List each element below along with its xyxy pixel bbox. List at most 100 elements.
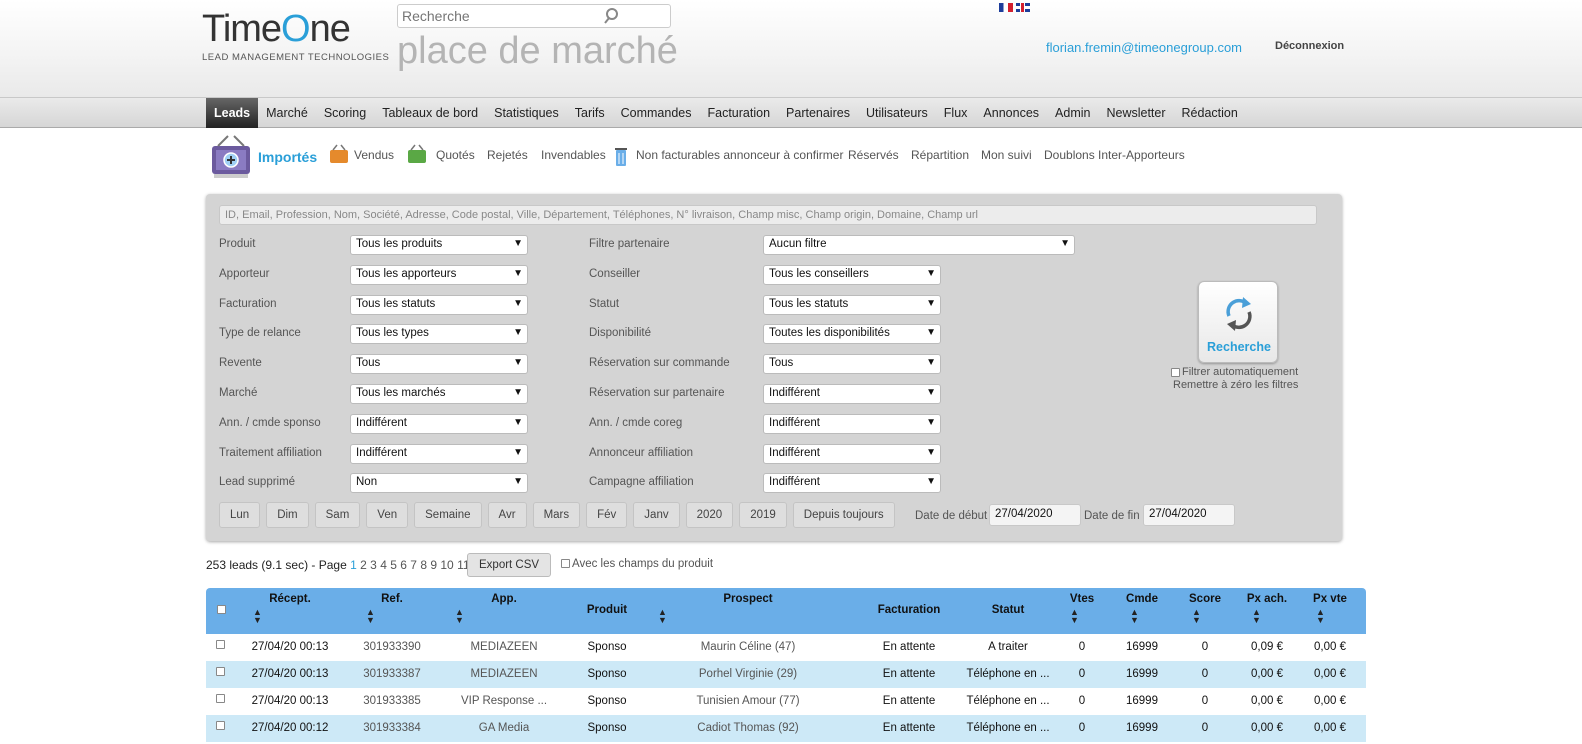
- page-link-8[interactable]: 8: [420, 558, 427, 572]
- column-header-vtes[interactable]: Vtes: [1066, 593, 1098, 605]
- cell-ref[interactable]: 301933390: [342, 641, 442, 653]
- filter-select-left-3[interactable]: Tous les types ▼: [350, 324, 528, 344]
- filter-select-left-1[interactable]: Tous les apporteurs ▼: [350, 265, 528, 285]
- subnav-distribution[interactable]: Répartition: [911, 148, 969, 162]
- period-button-mars[interactable]: Mars: [532, 502, 581, 528]
- subnav-duplicates[interactable]: Doublons Inter-Apporteurs: [1044, 148, 1185, 162]
- nav-item-partenaires[interactable]: Partenaires: [778, 98, 858, 128]
- with-product-fields-checkbox[interactable]: [561, 559, 570, 569]
- with-product-fields-toggle[interactable]: Avec les champs du produit: [561, 558, 713, 570]
- period-button-janv[interactable]: Janv: [633, 502, 680, 528]
- period-button-2019[interactable]: 2019: [739, 502, 787, 528]
- sort-icon[interactable]: ▲ ▼: [1130, 608, 1139, 625]
- period-button-ven[interactable]: Ven: [366, 502, 409, 528]
- page-link-10[interactable]: 10: [440, 558, 453, 572]
- nav-item-annonces[interactable]: Annonces: [975, 98, 1047, 128]
- period-button-2020[interactable]: 2020: [685, 502, 734, 528]
- column-header-px-vte[interactable]: Px vte: [1300, 593, 1360, 605]
- page-link-9[interactable]: 9: [430, 558, 437, 572]
- subnav-unsellable[interactable]: Invendables: [541, 148, 606, 162]
- subnav-imported[interactable]: Importés: [258, 149, 317, 165]
- column-header-cmde[interactable]: Cmde: [1112, 593, 1172, 605]
- period-button-semaine[interactable]: Semaine: [414, 502, 482, 528]
- table-row[interactable]: 27/04/20 00:12 301933384 GA Media Sponso Cad…: [206, 715, 1366, 742]
- filter-select-right-6[interactable]: Indifférent ▼: [763, 414, 941, 434]
- subnav-quoted[interactable]: Quotés: [436, 148, 475, 162]
- nav-item-newsletter[interactable]: Newsletter: [1098, 98, 1173, 128]
- search-icon[interactable]: [602, 7, 620, 25]
- filter-select-right-2[interactable]: Tous les statuts ▼: [763, 295, 941, 315]
- date-start-input[interactable]: 27/04/2020: [989, 504, 1081, 526]
- nav-item-commandes[interactable]: Commandes: [613, 98, 700, 128]
- filter-select-right-3[interactable]: Toutes les disponibilités ▼: [763, 324, 941, 344]
- cell-prospect[interactable]: Maurin Céline (47): [656, 641, 840, 653]
- nav-item-r-daction[interactable]: Rédaction: [1174, 98, 1246, 128]
- column-header-px-ach[interactable]: Px ach.: [1236, 593, 1298, 605]
- column-header-prospect[interactable]: Prospect: [656, 593, 840, 605]
- reset-filters-link[interactable]: Remettre à zéro les filtres: [1173, 379, 1298, 391]
- sort-icon[interactable]: ▲ ▼: [1316, 608, 1325, 625]
- row-checkbox[interactable]: [216, 667, 225, 676]
- filter-select-left-5[interactable]: Tous les marchés ▼: [350, 384, 528, 404]
- filter-select-right-0[interactable]: Aucun filtre ▼: [763, 235, 1075, 255]
- page-link-6[interactable]: 6: [400, 558, 407, 572]
- search-button[interactable]: Recherche: [1198, 281, 1278, 363]
- row-checkbox[interactable]: [216, 694, 225, 703]
- table-row[interactable]: 27/04/20 00:13 301933385 VIP Response ... S…: [206, 688, 1366, 715]
- column-header-app[interactable]: App.: [446, 593, 562, 605]
- cell-ref[interactable]: 301933385: [342, 695, 442, 707]
- nav-item-tableaux-de-bord[interactable]: Tableaux de bord: [374, 98, 486, 128]
- subnav-sold[interactable]: Vendus: [354, 148, 394, 162]
- nav-item-march-[interactable]: Marché: [258, 98, 316, 128]
- filter-search-input[interactable]: ID, Email, Profession, Nom, Société, Adr…: [219, 205, 1317, 225]
- nav-item-scoring[interactable]: Scoring: [316, 98, 374, 128]
- subnav-my-tracking[interactable]: Mon suivi: [981, 148, 1032, 162]
- auto-filter-toggle[interactable]: Filtrer automatiquement: [1171, 366, 1298, 378]
- page-link-2[interactable]: 2: [360, 558, 367, 572]
- row-checkbox[interactable]: [216, 640, 225, 649]
- table-row[interactable]: 27/04/20 00:13 301933390 MEDIAZEEN Sponso Ma…: [206, 634, 1366, 661]
- period-button-dim[interactable]: Dim: [266, 502, 309, 528]
- table-row[interactable]: 27/04/20 00:13 301933387 MEDIAZEEN Sponso Po…: [206, 661, 1366, 688]
- logout-link[interactable]: Déconnexion: [1275, 40, 1344, 52]
- row-checkbox[interactable]: [216, 721, 225, 730]
- period-button-f-v[interactable]: Fév: [586, 502, 628, 528]
- sort-icon[interactable]: ▲ ▼: [658, 608, 667, 625]
- flag-fr-icon[interactable]: [999, 3, 1013, 12]
- page-link-4[interactable]: 4: [380, 558, 387, 572]
- auto-filter-checkbox[interactable]: [1171, 367, 1180, 377]
- period-button-lun[interactable]: Lun: [219, 502, 261, 528]
- cell-ref[interactable]: 301933387: [342, 668, 442, 680]
- subnav-reserved[interactable]: Réservés: [848, 148, 899, 162]
- cell-ref[interactable]: 301933384: [342, 722, 442, 734]
- filter-select-right-5[interactable]: Indifférent ▼: [763, 384, 941, 404]
- filter-select-right-7[interactable]: Indifférent ▼: [763, 444, 941, 464]
- export-csv-button[interactable]: Export CSV: [467, 553, 552, 577]
- period-button-depuis-toujours[interactable]: Depuis toujours: [792, 502, 895, 528]
- nav-item-leads[interactable]: Leads: [206, 98, 259, 128]
- select-all-checkbox[interactable]: [217, 605, 226, 614]
- page-link-1[interactable]: 1: [350, 558, 357, 572]
- column-header-score[interactable]: Score: [1178, 593, 1232, 605]
- column-header-facturation[interactable]: Facturation: [870, 604, 948, 616]
- filter-select-left-2[interactable]: Tous les statuts ▼: [350, 295, 528, 315]
- nav-item-statistiques[interactable]: Statistiques: [486, 98, 567, 128]
- column-header-produit[interactable]: Produit: [562, 604, 652, 616]
- column-header-statut[interactable]: Statut: [952, 604, 1064, 616]
- sort-icon[interactable]: ▲ ▼: [366, 608, 375, 625]
- global-search-input[interactable]: [398, 5, 628, 27]
- date-end-input[interactable]: 27/04/2020: [1143, 504, 1235, 526]
- sort-icon[interactable]: ▲ ▼: [1192, 608, 1201, 625]
- cell-prospect[interactable]: Tunisien Amour (77): [656, 695, 840, 707]
- filter-select-left-8[interactable]: Non ▼: [350, 473, 528, 493]
- nav-item-facturation[interactable]: Facturation: [700, 98, 779, 128]
- nav-item-flux[interactable]: Flux: [936, 98, 976, 128]
- nav-item-admin[interactable]: Admin: [1047, 98, 1098, 128]
- filter-select-left-0[interactable]: Tous les produits ▼: [350, 235, 528, 255]
- column-header-ref[interactable]: Ref.: [342, 593, 442, 605]
- filter-select-left-6[interactable]: Indifférent ▼: [350, 414, 528, 434]
- page-link-7[interactable]: 7: [410, 558, 417, 572]
- filter-select-right-4[interactable]: Tous ▼: [763, 354, 941, 374]
- timeone-logo[interactable]: TimeOne LEAD MANAGEMENT TECHNOLOGIES: [202, 8, 389, 64]
- page-link-5[interactable]: 5: [390, 558, 397, 572]
